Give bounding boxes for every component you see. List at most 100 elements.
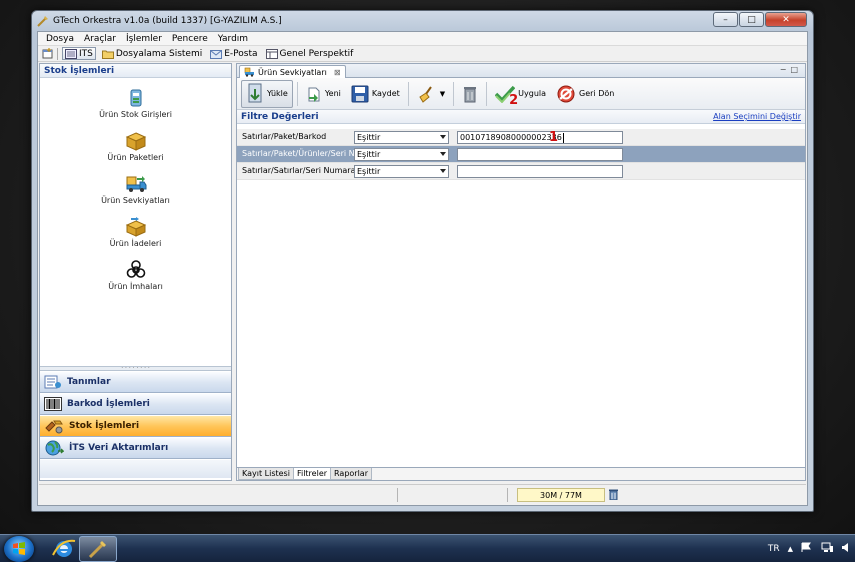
tab-urun-sevkiyatlari[interactable]: Ürün Sevkiyatları ⊠ xyxy=(239,65,346,78)
nav-item-disposals[interactable]: Ürün İmhaları xyxy=(40,260,231,291)
nav-item-label: Ürün Sevkiyatları xyxy=(101,196,170,205)
splitter-grip[interactable]: · · · · · · · · xyxy=(40,366,231,372)
chevron-down-icon xyxy=(440,152,446,156)
maximize-button[interactable]: □ xyxy=(739,12,764,27)
menu-pencere[interactable]: Pencere xyxy=(167,34,213,44)
windows-logo-icon xyxy=(13,542,25,555)
open-perspective-icon[interactable] xyxy=(42,48,53,59)
back-button[interactable]: Geri Dön xyxy=(552,80,618,108)
stock-operations-panel: Stok İşlemleri Ürün Stok Girişleri Ürün … xyxy=(39,63,232,481)
toolbar-separator xyxy=(453,81,455,106)
apply-label: Uygula xyxy=(518,89,547,98)
load-button[interactable]: Yükle xyxy=(241,79,293,108)
nav-section-empty xyxy=(40,460,231,478)
email-icon xyxy=(210,49,223,59)
tab-raporlar[interactable]: Raporlar xyxy=(330,468,372,480)
minimize-button[interactable]: – xyxy=(713,12,738,27)
perspective-eposta-label: E-Posta xyxy=(224,48,258,59)
globe-icon xyxy=(44,439,64,457)
show-hidden-icons[interactable]: ▲ xyxy=(788,545,793,553)
nav-section-stok[interactable]: Stok İşlemleri xyxy=(40,416,231,437)
nav-item-shipments[interactable]: Ürün Sevkiyatları xyxy=(40,174,231,205)
start-button[interactable] xyxy=(4,536,34,562)
filter-value-input[interactable] xyxy=(457,165,623,178)
filter-operator-select[interactable]: Eşittir xyxy=(354,148,449,161)
nav-item-stock-entries[interactable]: Ürün Stok Girişleri xyxy=(40,88,231,119)
nav-item-label: Ürün İmhaları xyxy=(108,282,163,291)
filter-header-title: Filtre Değerleri xyxy=(241,111,319,122)
filter-operator-value: Eşittir xyxy=(357,167,381,176)
menu-bar: Dosya Araçlar İşlemler Pencere Yardım xyxy=(38,32,807,46)
menu-yardim[interactable]: Yardım xyxy=(213,34,253,44)
apply-button[interactable]: 2 Uygula xyxy=(491,80,550,108)
tab-title: Ürün Sevkiyatları xyxy=(258,67,327,77)
toolbar-separator xyxy=(296,81,298,106)
filter-row[interactable]: Satırlar/Satırlar/Seri Numarası Eşittir xyxy=(237,163,805,180)
filter-values-header: Filtre Değerleri Alan Seçimini Değiştir xyxy=(237,110,805,124)
app-window: GTech Orkestra v1.0a (build 1337) [G-YAZ… xyxy=(31,10,814,512)
nav-item-label: Ürün Stok Girişleri xyxy=(99,110,172,119)
load-icon xyxy=(246,83,264,105)
status-separator xyxy=(507,488,508,502)
taskbar-ie[interactable] xyxy=(45,536,83,562)
menu-islemler[interactable]: İşlemler xyxy=(121,34,167,44)
filter-field-label: Satırlar/Paket/Barkod xyxy=(242,132,327,141)
nav-item-packages[interactable]: Ürün Paketleri xyxy=(40,131,231,162)
change-field-selection-link[interactable]: Alan Seçimini Değiştir xyxy=(713,112,801,121)
filter-value-input[interactable]: 00107189080000002336 xyxy=(457,131,623,144)
perspective-icon xyxy=(265,48,278,59)
action-center-icon[interactable] xyxy=(801,542,813,556)
filter-row[interactable]: Satırlar/Paket/Ürünler/Seri No Eşittir xyxy=(237,146,805,163)
nav-item-label: Ürün İadeleri xyxy=(109,239,162,248)
filter-row[interactable]: Satırlar/Paket/Barkod Eşittir 0010718908… xyxy=(237,129,805,146)
save-button[interactable]: Kaydet xyxy=(347,80,404,108)
filter-operator-select[interactable]: Eşittir xyxy=(354,165,449,178)
truck-icon xyxy=(125,174,147,194)
nav-section-tanimlar[interactable]: Tanımlar xyxy=(40,372,231,393)
nav-section-its-veri[interactable]: İTS Veri Aktarımları xyxy=(40,438,231,459)
separator xyxy=(57,47,58,60)
menu-araclar[interactable]: Araçlar xyxy=(79,34,121,44)
nav-section-barkod[interactable]: Barkod İşlemleri xyxy=(40,394,231,415)
view-controls[interactable]: −□ xyxy=(780,65,802,74)
tab-kayit-listesi[interactable]: Kayıt Listesi xyxy=(238,468,294,480)
app-icon xyxy=(88,541,106,559)
tab-close-icon[interactable]: ⊠ xyxy=(334,68,341,77)
stock-entry-icon xyxy=(126,88,146,108)
title-bar[interactable]: GTech Orkestra v1.0a (build 1337) [G-YAZ… xyxy=(32,11,813,31)
delete-icon xyxy=(462,85,478,103)
perspective-dosyalama[interactable]: Dosyalama Sistemi xyxy=(100,47,204,60)
taskbar: TR ▲ xyxy=(0,534,855,562)
chevron-down-icon xyxy=(440,169,446,173)
left-panel-header: Stok İşlemleri xyxy=(40,64,231,78)
perspective-dosyalama-label: Dosyalama Sistemi xyxy=(115,48,203,59)
taskbar-orkestra[interactable] xyxy=(79,536,117,562)
new-button[interactable]: Yeni xyxy=(302,80,345,108)
perspective-genel[interactable]: Genel Perspektif xyxy=(264,47,356,60)
its-icon xyxy=(65,48,77,59)
close-button[interactable]: ✕ xyxy=(765,12,807,27)
volume-icon[interactable] xyxy=(841,542,851,556)
status-separator xyxy=(397,488,398,502)
filter-value-input[interactable] xyxy=(457,148,623,161)
clear-dropdown-button[interactable]: ▼ xyxy=(413,80,449,108)
perspective-its[interactable]: ITS xyxy=(62,47,96,60)
folder-icon xyxy=(101,49,114,59)
tab-filtreler[interactable]: Filtreler xyxy=(292,468,332,480)
delete-button[interactable] xyxy=(458,80,482,108)
new-icon xyxy=(306,85,322,103)
biohazard-icon xyxy=(125,260,147,280)
filter-value-text: 00107189080000002336 xyxy=(460,133,562,142)
text-cursor xyxy=(562,132,564,143)
memory-indicator: 30M / 77M xyxy=(517,488,605,502)
perspective-bar: ITS Dosyalama Sistemi E-Posta Genel Pers… xyxy=(38,46,807,62)
load-label: Yükle xyxy=(267,89,288,98)
network-icon[interactable] xyxy=(821,542,833,556)
nav-section-label: Stok İşlemleri xyxy=(69,421,140,431)
nav-item-returns[interactable]: Ürün İadeleri xyxy=(40,217,231,248)
filter-operator-select[interactable]: Eşittir xyxy=(354,131,449,144)
menu-dosya[interactable]: Dosya xyxy=(41,34,79,44)
language-indicator[interactable]: TR xyxy=(768,544,780,554)
garbage-collect-icon[interactable] xyxy=(609,489,618,503)
perspective-eposta[interactable]: E-Posta xyxy=(208,47,259,60)
